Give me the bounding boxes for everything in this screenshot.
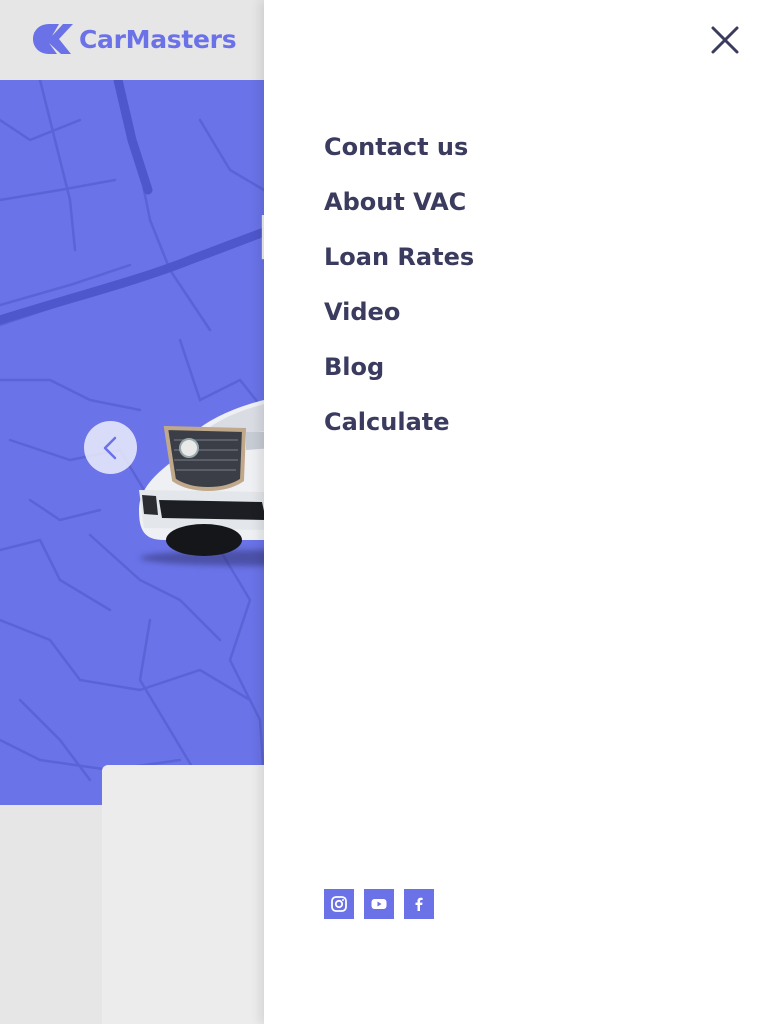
facebook-icon [415,897,423,911]
brand-name: CarMasters [79,24,237,54]
chevron-left-icon [103,436,116,459]
instagram-link[interactable] [324,889,354,919]
carmasters-logo-icon [33,24,73,54]
menu-item-about-vac[interactable]: About VAC [324,185,474,240]
youtube-link[interactable] [364,889,394,919]
navigation-drawer: Contact us About VAC Loan Rates Video Bl… [264,0,768,1024]
close-drawer-button[interactable] [707,22,743,58]
carousel-prev-button[interactable] [84,421,137,474]
youtube-icon [371,899,387,909]
instagram-icon [331,896,347,912]
menu-item-video[interactable]: Video [324,295,474,350]
close-icon [711,26,739,54]
menu-item-loan-rates[interactable]: Loan Rates [324,240,474,295]
menu-item-calculate[interactable]: Calculate [324,405,474,460]
menu-item-blog[interactable]: Blog [324,350,474,405]
drawer-menu: Contact us About VAC Loan Rates Video Bl… [324,130,474,460]
facebook-link[interactable] [404,889,434,919]
social-links [324,889,434,919]
menu-item-contact-us[interactable]: Contact us [324,130,474,185]
brand-logo[interactable]: CarMasters [31,22,237,56]
